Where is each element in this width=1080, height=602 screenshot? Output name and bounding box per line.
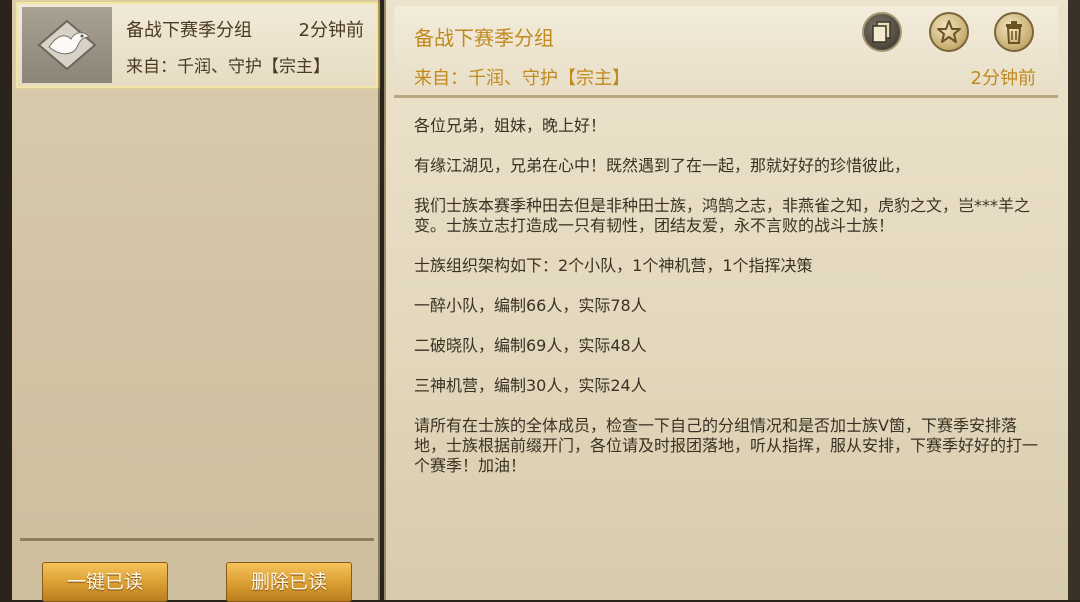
favorite-button[interactable] (929, 12, 969, 52)
delete-button[interactable] (994, 12, 1034, 52)
window-frame (1068, 0, 1080, 600)
mail-item-title: 备战下赛季分组 (126, 20, 252, 41)
star-icon (937, 20, 961, 43)
copy-button[interactable] (862, 12, 902, 52)
mail-detail-header: 备战下赛季分组 来自：千润、守护【宗主】 2分钟前 (394, 6, 1058, 98)
mail-paragraph: 我们士族本赛季种田去但是非种田士族，鸿鹄之志，非燕雀之知，虎豹之文，岂***羊之… (414, 196, 1031, 235)
mail-detail-from: 来自：千润、守护【宗主】 (414, 68, 630, 89)
dove-icon (22, 7, 112, 83)
mail-list-panel: 备战下赛季分组 2分钟前 来自：千润、守护【宗主】 一键已读 删除已读 (12, 0, 380, 602)
mail-paragraph: 士族组织架构如下：2个小队，1个神机营，1个指挥决策 (414, 256, 813, 275)
mail-paragraph: 一醉小队，编制66人，实际78人 (414, 296, 647, 315)
divider (20, 538, 374, 541)
mail-item-from: 来自：千润、守护【宗主】 (126, 57, 330, 77)
mail-paragraph: 请所有在士族的全体成员，检查一下自己的分组情况和是否加士族V箇，下赛季安排落地，… (414, 416, 1039, 475)
mail-paragraph: 各位兄弟，姐妹，晚上好！ (414, 116, 607, 135)
copy-icon (872, 21, 891, 43)
mail-body: 各位兄弟，姐妹，晚上好！ 有缘江湖见，兄弟在心中！既然遇到了在一起，那就好好的珍… (414, 116, 1042, 496)
delete-read-button[interactable]: 删除已读 (226, 562, 352, 602)
mail-detail-panel: 备战下赛季分组 来自：千润、守护【宗主】 2分钟前 各位兄弟，姐妹，晚上好！ 有… (384, 0, 1068, 600)
mail-paragraph: 三神机营，编制30人，实际24人 (414, 376, 647, 395)
mail-detail-title: 备战下赛季分组 (414, 26, 554, 50)
mail-item-time: 2分钟前 (298, 20, 364, 41)
mail-detail-time: 2分钟前 (970, 68, 1036, 89)
mail-paragraph: 有缘江湖见，兄弟在心中！既然遇到了在一起，那就好好的珍惜彼此， (414, 156, 911, 175)
mail-paragraph: 二破晓队，编制69人，实际48人 (414, 336, 647, 355)
mail-list-item[interactable]: 备战下赛季分组 2分钟前 来自：千润、守护【宗主】 (16, 2, 378, 88)
read-all-button[interactable]: 一键已读 (42, 562, 168, 602)
trash-icon (1006, 21, 1022, 44)
